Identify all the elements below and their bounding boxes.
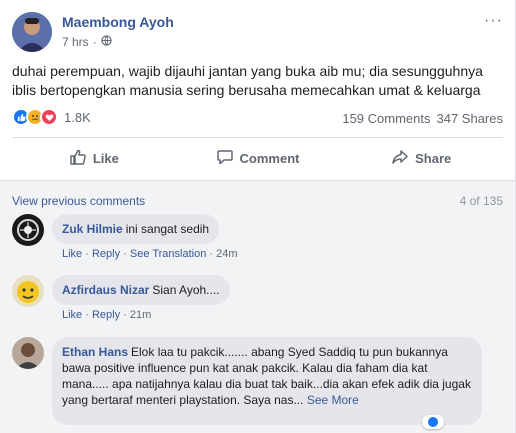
comment-actions: Like · Reply · See Translation · 24m [62, 248, 238, 260]
separator: · [209, 248, 214, 260]
meta-dot: · [92, 35, 97, 49]
author-name[interactable]: Maembong Ayoh [62, 14, 174, 30]
share-label: Share [415, 150, 452, 166]
post-actions: Like Comment Share [12, 140, 503, 176]
comment-like-link[interactable]: Like [62, 248, 82, 260]
divider [12, 137, 503, 138]
shares-count[interactable]: 347 Shares [437, 111, 504, 126]
post-meta: 7 hrs · [62, 35, 112, 49]
comment-label: Comment [239, 150, 300, 166]
comment-bubble: Zuk Hilmie ini sangat sedih [52, 214, 220, 244]
globe-icon [101, 35, 112, 49]
separator: · [85, 248, 89, 260]
comment-button[interactable]: Comment [176, 140, 340, 176]
comments-section: View previous comments 4 of 135 Zuk Hilm… [0, 181, 515, 433]
comment-text: Sian Ayoh.... [152, 283, 220, 297]
more-icon[interactable]: ··· [484, 12, 503, 30]
like-reaction-icon [428, 417, 438, 427]
comment-text: ini sangat sedih [125, 222, 210, 236]
comment-like-link[interactable]: Like [62, 309, 82, 321]
reactions-summary[interactable]: 1.8K [12, 108, 91, 126]
engagement-counts: 159 Comments 347 Shares [342, 111, 503, 126]
comment-bubble: Ethan Hans Elok laa tu pakcik....... aban… [52, 337, 482, 429]
comment-actions: Like · Reply · 21m [62, 309, 151, 321]
comment-icon [216, 148, 234, 169]
comment-reply-link[interactable]: Reply [92, 248, 120, 260]
avatar[interactable] [12, 275, 44, 307]
comment-time[interactable]: 21m [130, 309, 151, 321]
view-previous-comments-link[interactable]: View previous comments [12, 194, 145, 208]
comment-reaction-badge[interactable] [422, 415, 444, 429]
thumbs-up-icon [69, 148, 87, 169]
separator: · [85, 309, 89, 321]
share-button[interactable]: Share [339, 140, 503, 176]
avatar[interactable] [12, 214, 44, 246]
comments-count[interactable]: 159 Comments [342, 111, 430, 126]
comment-reply-link[interactable]: Reply [92, 309, 120, 321]
commenter-name[interactable]: Ethan Hans [62, 345, 128, 359]
separator: · [123, 248, 127, 260]
reaction-count[interactable]: 1.8K [64, 110, 91, 125]
comments-pager: 4 of 135 [459, 194, 503, 208]
like-label: Like [92, 150, 119, 166]
share-icon [391, 148, 409, 169]
author-avatar[interactable] [12, 12, 52, 52]
separator: · [123, 309, 127, 321]
see-translation-link[interactable]: See Translation [130, 248, 206, 260]
commenter-name[interactable]: Azfirdaus Nizar [62, 283, 149, 297]
comment-time[interactable]: 24m [216, 248, 237, 260]
commenter-name[interactable]: Zuk Hilmie [62, 222, 123, 236]
comment-bubble: Azfirdaus Nizar Sian Ayoh.... [52, 275, 230, 305]
post-time[interactable]: 7 hrs [62, 35, 89, 49]
like-button[interactable]: Like [12, 140, 176, 176]
post-card: Maembong Ayoh 7 hrs · ··· duhai perempua… [0, 0, 516, 433]
post-text: duhai perempuan, wajib dijauhi jantan ya… [12, 63, 483, 98]
avatar[interactable] [12, 337, 44, 369]
see-more-link[interactable]: See More [307, 393, 359, 407]
love-reaction-icon [40, 108, 58, 126]
